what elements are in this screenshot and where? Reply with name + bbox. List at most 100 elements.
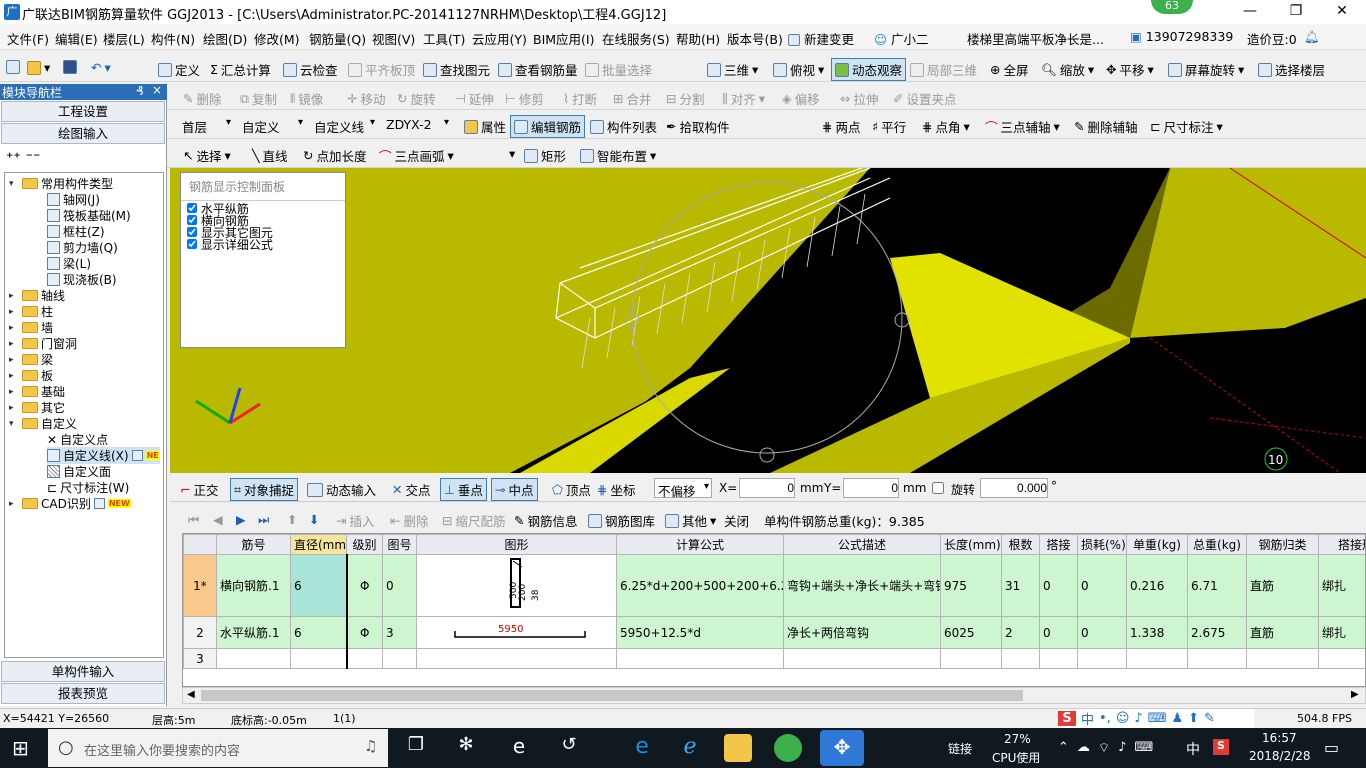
360-icon[interactable] xyxy=(774,734,802,762)
cell[interactable] xyxy=(1039,648,1078,669)
col-header[interactable]: 长度(mm) xyxy=(940,534,1002,555)
table-row[interactable]: 1* 横向钢筋.1 6 Φ 0 200 500 38 6.25*d+200+50… xyxy=(183,554,1365,617)
menu-file[interactable]: 文件(F) xyxy=(7,29,49,48)
col-header[interactable]: 图号 xyxy=(382,534,417,555)
next-record-button[interactable]: ▶ xyxy=(236,512,246,527)
cell[interactable] xyxy=(216,648,291,669)
ime-bar[interactable]: S 中 •, ☺ ♪ ⌨ ♟ ⬆ ✎ xyxy=(1058,709,1254,728)
minimize-button[interactable]: — xyxy=(1227,0,1273,24)
col-header[interactable]: 钢筋归类 xyxy=(1246,534,1319,555)
tree-node-foundation[interactable]: ▸ 基础 xyxy=(9,383,65,400)
col-header[interactable]: 损耗(%) xyxy=(1077,534,1127,555)
scroll-right-icon[interactable]: ▶ xyxy=(1351,689,1359,700)
three-point-arc-button[interactable]: ⌒ 三点画弧 ▾ xyxy=(379,146,454,165)
cell[interactable]: 弯钩+端头+净长+端头+弯钩 xyxy=(783,554,941,617)
rotate-checkbox[interactable] xyxy=(932,482,944,494)
merge-button[interactable]: ⊞ 合并 xyxy=(613,89,652,108)
move-down-button[interactable]: ⬇ xyxy=(309,512,319,527)
tree-node-other[interactable]: ▸ 其它 xyxy=(9,399,65,416)
first-record-button[interactable]: ⏮ xyxy=(188,512,199,528)
ggj-app-icon[interactable]: ✥ xyxy=(820,730,864,766)
cell[interactable] xyxy=(940,648,1002,669)
col-header[interactable]: 总重(kg) xyxy=(1187,534,1247,555)
menu-account[interactable]: ▣ 13907298339 xyxy=(1130,29,1233,44)
cell[interactable]: 6.25*d+200+500+200+6.25*d xyxy=(616,554,784,617)
ie-icon[interactable]: ℯ xyxy=(676,734,704,762)
tree-node-opening[interactable]: ▸ 门窗洞 xyxy=(9,335,77,352)
tray-up-icon[interactable]: ⌃ xyxy=(1058,740,1069,756)
prev-record-button[interactable]: ◀ xyxy=(213,512,223,527)
zoom-button[interactable]: 🔍︎ 缩放 ▾ xyxy=(1041,60,1094,79)
align-slab-button[interactable]: 平齐板顶 xyxy=(348,60,415,79)
tree-node-custom-point[interactable]: ✕ 自定义点 xyxy=(47,431,108,448)
set-grip-button[interactable]: ✐ 设置夹点 xyxy=(893,89,957,108)
3d-button[interactable]: 三维 ▾ xyxy=(707,60,758,79)
dynamic-input-button[interactable]: 动态输入 xyxy=(307,480,376,499)
edit-rebar-button[interactable]: 编辑钢筋 xyxy=(510,115,586,138)
project-settings-button[interactable]: 工程设置 xyxy=(1,101,165,122)
point-angle-axis-button[interactable]: ⋕ 点角 ▾ xyxy=(922,117,970,136)
cell[interactable]: 6 xyxy=(290,616,348,649)
ortho-button[interactable]: ⌐ 正交 xyxy=(180,480,219,499)
define-button[interactable]: 定义 xyxy=(158,60,200,79)
intersect-button[interactable]: ✕ 交点 xyxy=(392,480,431,499)
cell[interactable] xyxy=(616,648,784,669)
select-floor-button[interactable]: 选择楼层 xyxy=(1258,60,1325,79)
link-label[interactable]: 链接 xyxy=(948,740,972,757)
cell[interactable]: 1.338 xyxy=(1126,616,1188,649)
perpendicular-button[interactable]: ⊥ 垂点 xyxy=(440,478,487,501)
show-formula-checkbox[interactable]: 显示详细公式 xyxy=(187,239,339,251)
align-button[interactable]: ⫼ 对齐 ▾ xyxy=(722,89,765,108)
menu-question[interactable]: 楼梯里高端平板净长是... xyxy=(967,29,1104,48)
menu-cloud[interactable]: 云应用(Y) xyxy=(472,29,527,48)
windows-start-icon[interactable]: ⊞ xyxy=(12,736,29,760)
col-header[interactable]: 公式描述 xyxy=(783,534,941,555)
move-up-button[interactable]: ⬆ xyxy=(287,512,297,527)
undo-button[interactable]: ↶ ▾ xyxy=(91,60,111,75)
subtype-select[interactable]: 自定义线 xyxy=(310,114,378,135)
extend-button[interactable]: ⊣ 延伸 xyxy=(455,89,494,108)
cell[interactable] xyxy=(382,648,417,669)
cell[interactable] xyxy=(416,648,617,669)
keyboard-icon[interactable]: ⌨ xyxy=(1134,740,1153,756)
cell[interactable] xyxy=(1246,648,1319,669)
fullscreen-button[interactable]: ⊕ 全屏 xyxy=(990,60,1029,79)
edge-legacy-icon[interactable]: e xyxy=(505,734,533,762)
menu-online[interactable]: 在线服务(S) xyxy=(602,29,670,48)
people-icon[interactable]: ☁ xyxy=(1077,740,1090,756)
delete-button[interactable]: ✎ 删除 xyxy=(183,89,222,108)
menu-version[interactable]: 版本号(B) xyxy=(727,29,783,48)
expand-all-icon[interactable]: ⁺⁺ ⁻⁻ xyxy=(6,150,40,166)
menu-view[interactable]: 视图(V) xyxy=(372,29,415,48)
point-length-button[interactable]: ↻ 点加长度 xyxy=(303,146,367,165)
cell[interactable]: 0 xyxy=(1039,554,1078,617)
rotate-input[interactable] xyxy=(980,478,1048,498)
tree-node-wall[interactable]: ▸ 墙 xyxy=(9,319,53,336)
scale-rebar-button[interactable]: ⊟ 缩尺配筋 xyxy=(442,511,506,530)
menu-floor[interactable]: 楼层(L) xyxy=(103,29,145,48)
cell[interactable]: 6 xyxy=(290,554,348,617)
select-tool-button[interactable]: ↖ 选择 ▾ xyxy=(183,146,231,165)
single-input-button[interactable]: 单构件输入 xyxy=(1,661,165,682)
cell[interactable]: 水平纵筋.1 xyxy=(216,616,291,649)
table-row[interactable]: 2 水平纵筋.1 6 Φ 3 5950 5950+12.5*d 净长+两倍弯钩 … xyxy=(183,616,1365,649)
tree-node-frame-column[interactable]: 框柱(Z) xyxy=(47,223,105,240)
offset-select[interactable]: 不偏移 xyxy=(654,478,712,499)
clock-time[interactable]: 16:57 xyxy=(1262,731,1297,745)
cell[interactable] xyxy=(783,648,941,669)
component-list-button[interactable]: 构件列表 xyxy=(590,117,657,136)
fan-app-icon[interactable]: ✻ xyxy=(452,734,480,762)
line-tool-button[interactable]: ╲ 直线 xyxy=(252,146,288,165)
menu-coins[interactable]: 造价豆:0 xyxy=(1247,29,1297,48)
table-row[interactable]: 3 xyxy=(183,648,1365,669)
col-header[interactable]: 根数 xyxy=(1001,534,1040,555)
tree-node-common[interactable]: ▾ 常用构件类型 xyxy=(9,175,113,192)
cell[interactable] xyxy=(1187,648,1247,669)
col-header[interactable]: 计算公式 xyxy=(616,534,784,555)
cell[interactable]: 2 xyxy=(1001,616,1040,649)
col-header[interactable]: 筋号 xyxy=(216,534,291,555)
copy-button[interactable]: ⧉ 复制 xyxy=(240,89,277,108)
viewport-canvas[interactable]: 10 xyxy=(170,168,1366,473)
vertex-button[interactable]: ⬠ 顶点 xyxy=(552,480,591,499)
rotate-button[interactable]: ↻ 旋转 xyxy=(397,89,436,108)
